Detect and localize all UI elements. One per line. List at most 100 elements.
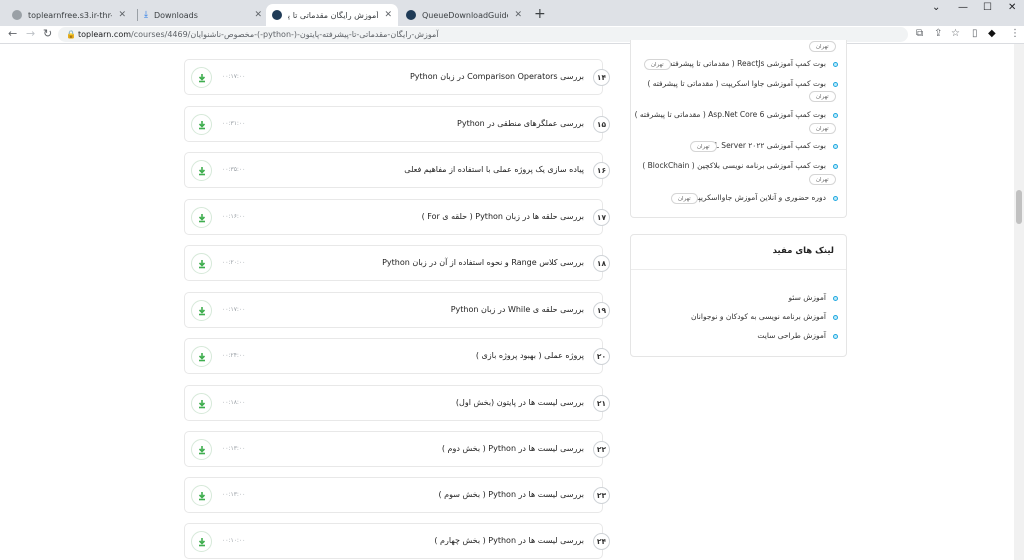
tab-strip: toplearnfree.s3.ir-thr-at1.arvanstorage.… <box>0 0 1024 26</box>
lesson-duration: ۰۰:۲۴:۰۰ <box>222 352 246 359</box>
side-panel-icon[interactable]: ▯ <box>972 28 978 39</box>
bootcamp-link[interactable]: بوت کمپ آموزشی جاوا اسکریپت ( مقدماتی تا… <box>647 79 826 88</box>
useful-links-card: لینک های مفید آموزش سئو آموزش برنامه نوی… <box>630 234 847 357</box>
lesson-duration: ۰۰:۱۷:۰۰ <box>222 73 246 80</box>
location-badge: تهران <box>671 193 698 204</box>
translate-icon[interactable]: ⧉ <box>916 28 923 39</box>
close-icon[interactable]: ✕ <box>384 10 392 20</box>
location-badge: تهران <box>690 141 717 152</box>
location-badge: تهران <box>809 123 836 134</box>
new-tab-button[interactable]: + <box>534 6 546 22</box>
lesson-duration: ۰۰:۱۶:۰۰ <box>222 213 246 220</box>
download-button[interactable] <box>191 300 212 321</box>
toplearn-favicon-icon <box>406 10 416 20</box>
lesson-duration: ۰۰:۱۰:۰۰ <box>222 537 246 544</box>
reload-button[interactable]: ↻ <box>43 27 52 40</box>
lesson-item[interactable]: ۲۲ بررسی لیست ها در Python ( بخش دوم ) ۰… <box>184 431 610 467</box>
download-icon <box>198 446 206 455</box>
lesson-item[interactable]: ۱۷ بررسی حلقه ها در زبان Python ( حلقه ی… <box>184 199 610 235</box>
lesson-item[interactable]: ۱۵ بررسی عملگرهای منطقی در Python ۰۰:۳۱:… <box>184 106 610 142</box>
forward-button[interactable]: → <box>26 27 35 40</box>
lesson-duration: ۰۰:۱۷:۰۰ <box>222 306 246 313</box>
download-button[interactable] <box>191 346 212 367</box>
useful-link[interactable]: آموزش طراحی سایت <box>757 331 826 340</box>
download-icon <box>198 214 206 223</box>
tab-search-icon[interactable]: ⌄ <box>932 2 940 13</box>
bullet-icon <box>833 113 838 118</box>
download-icon <box>198 121 206 130</box>
download-icon: ⤓ <box>144 10 148 20</box>
lesson-item[interactable]: ۲۰ پروژه عملی ( بهبود پروژه بازی ) ۰۰:۲۴… <box>184 338 610 374</box>
bullet-icon <box>833 144 838 149</box>
location-badge: تهران <box>809 91 836 102</box>
download-icon <box>198 307 206 316</box>
maximize-button[interactable]: ☐ <box>983 2 992 13</box>
download-button[interactable] <box>191 207 212 228</box>
close-icon[interactable]: ✕ <box>514 10 522 20</box>
lesson-duration: ۰۰:۲۰:۰۰ <box>222 259 246 266</box>
lesson-duration: ۰۰:۳۵:۰۰ <box>222 166 246 173</box>
lesson-item[interactable]: ۲۴ بررسی لیست ها در Python ( بخش چهارم )… <box>184 523 610 559</box>
profile-avatar[interactable]: ◆ <box>988 28 996 39</box>
bootcamp-link[interactable]: بوت کمپ آموزشی ReactJs ( مقدماتی تا پیشر… <box>664 59 826 68</box>
download-button[interactable] <box>191 160 212 181</box>
download-icon <box>198 492 206 501</box>
scrollbar-thumb[interactable] <box>1016 190 1022 224</box>
close-icon[interactable]: ✕ <box>118 10 126 20</box>
back-button[interactable]: ← <box>8 27 17 40</box>
lesson-item[interactable]: ۱۴ بررسی Comparison Operators در زبان Py… <box>184 59 610 95</box>
lesson-duration: ۰۰:۱۳:۰۰ <box>222 445 246 452</box>
lesson-item[interactable]: ۲۳ بررسی لیست ها در Python ( بخش سوم ) ۰… <box>184 477 610 513</box>
tab-pdf[interactable]: QueueDownloadGuide.pdf ✕ <box>400 4 528 26</box>
bullet-icon <box>833 82 838 87</box>
bootcamps-card: تهران بوت کمپ آموزشی ReactJs ( مقدماتی ت… <box>630 40 847 218</box>
download-icon <box>198 260 206 269</box>
minimize-button[interactable]: — <box>958 2 968 13</box>
close-icon[interactable]: ✕ <box>254 10 262 20</box>
useful-link[interactable]: آموزش برنامه نویسی به کودکان و نوجوانان <box>691 312 826 321</box>
share-icon[interactable]: ⇪ <box>934 28 942 39</box>
lesson-duration: ۰۰:۱۸:۰۰ <box>222 399 246 406</box>
download-icon <box>198 74 206 83</box>
bootcamp-link[interactable]: دوره حضوری و آنلاین آموزش جاوااسکریپت <box>691 193 826 202</box>
lesson-item[interactable]: ۱۸ بررسی کلاس Range و نحوه استفاده از آن… <box>184 245 610 281</box>
globe-icon <box>12 10 22 20</box>
lesson-duration: ۰۰:۱۳:۰۰ <box>222 491 246 498</box>
download-icon <box>198 167 206 176</box>
bullet-icon <box>833 334 838 339</box>
download-icon <box>198 400 206 409</box>
lesson-item[interactable]: ۲۱ بررسی لیست ها در پایتون (بخش اول) ۰۰:… <box>184 385 610 421</box>
lock-icon[interactable]: 🔒 <box>66 30 76 39</box>
bullet-icon <box>833 196 838 201</box>
download-button[interactable] <box>191 67 212 88</box>
useful-links-title: لینک های مفید <box>772 246 834 256</box>
bookmark-star-icon[interactable]: ☆ <box>951 28 960 39</box>
divider <box>631 269 846 270</box>
download-button[interactable] <box>191 485 212 506</box>
toplearn-favicon-icon <box>272 10 282 20</box>
bootcamp-link[interactable]: بوت کمپ آموزشی SQL Server ۲۰۲۲ <box>704 141 826 150</box>
lesson-duration: ۰۰:۳۱:۰۰ <box>222 120 246 127</box>
tab-downloads[interactable]: ⤓ Downloads ✕ <box>138 4 268 26</box>
close-window-button[interactable]: ✕ <box>1008 2 1016 13</box>
useful-link[interactable]: آموزش سئو <box>788 293 826 302</box>
bootcamp-link[interactable]: بوت کمپ آموزشی Asp.Net Core 6 ( مقدماتی … <box>635 110 826 119</box>
bullet-icon <box>833 62 838 67</box>
download-button[interactable] <box>191 253 212 274</box>
tab-toplearn[interactable]: آموزش رایگان مقدماتی تا پیشرفته پایتون ✕ <box>266 4 398 26</box>
download-button[interactable] <box>191 393 212 414</box>
download-button[interactable] <box>191 439 212 460</box>
lesson-item[interactable]: ۱۹ بررسی حلقه ی While در زبان Python ۰۰:… <box>184 292 610 328</box>
download-button[interactable] <box>191 531 212 552</box>
bootcamp-link[interactable]: بوت کمپ آموزشی برنامه نویسی بلاکچین ( Bl… <box>642 161 826 170</box>
location-badge: تهران <box>809 174 836 185</box>
menu-icon[interactable]: ⋮ <box>1010 28 1020 39</box>
download-button[interactable] <box>191 114 212 135</box>
bullet-icon <box>833 164 838 169</box>
location-badge: تهران <box>809 41 836 52</box>
tab-arvanstorage[interactable]: toplearnfree.s3.ir-thr-at1.arvanstorage.… <box>6 4 132 26</box>
page-scrollbar[interactable] <box>1014 44 1024 560</box>
bullet-icon <box>833 315 838 320</box>
lesson-item[interactable]: ۱۶ پیاده سازی یک پروژه عملی با استفاده ا… <box>184 152 610 188</box>
browser-toolbar: ← → ↻ toplearn.com/courses/4469/مخصوص-نا… <box>0 26 1024 44</box>
